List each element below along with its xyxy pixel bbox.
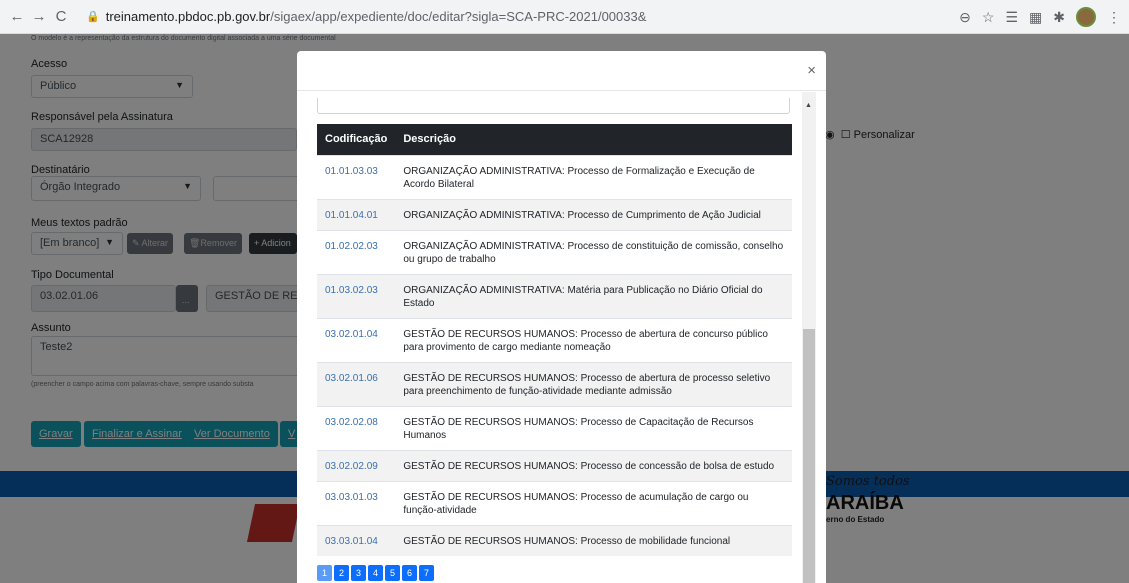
close-icon[interactable]: × — [807, 63, 816, 78]
table-row[interactable]: 03.03.01.04 GESTÃO DE RECURSOS HUMANOS: P… — [317, 524, 792, 556]
pagination: 1234567 — [317, 565, 434, 581]
page-button[interactable]: 1 — [317, 565, 332, 581]
reload-icon[interactable]: C — [50, 0, 72, 34]
row-description: GESTÃO DE RECURSOS HUMANOS: Processo de … — [395, 317, 792, 362]
page-button[interactable]: 3 — [351, 565, 366, 581]
row-description: GESTÃO DE RECURSOS HUMANOS: Processo de … — [395, 405, 792, 450]
url-host: treinamento.pbdoc.pb.gov.br — [105, 9, 271, 24]
row-code-link[interactable]: 03.03.01.04 — [317, 524, 396, 556]
table-row[interactable]: 03.03.01.03 GESTÃO DE RECURSOS HUMANOS: P… — [317, 480, 792, 525]
back-icon[interactable]: ← — [6, 0, 28, 34]
row-description: ORGANIZAÇÃO ADMINISTRATIVA: Matéria para… — [395, 273, 792, 318]
row-code-link[interactable]: 03.02.02.09 — [317, 449, 396, 481]
page-button[interactable]: 4 — [368, 565, 383, 581]
star-icon[interactable]: ☆ — [982, 9, 995, 26]
row-description: ORGANIZAÇÃO ADMINISTRATIVA: Processo de … — [395, 198, 792, 230]
table-row[interactable]: 01.02.02.03 ORGANIZAÇÃO ADMINISTRATIVA: P… — [317, 229, 792, 274]
profile-avatar[interactable] — [1076, 7, 1096, 27]
row-description: ORGANIZAÇÃO ADMINISTRATIVA: Processo de … — [395, 229, 792, 274]
row-code-link[interactable]: 01.02.02.03 — [317, 229, 396, 274]
table-row[interactable]: 03.02.02.09 GESTÃO DE RECURSOS HUMANOS: P… — [317, 449, 792, 481]
codification-table: Codificação Descrição 01.01.03.03 ORGANIZ… — [317, 124, 792, 556]
scrollbar[interactable]: ▲ — [802, 92, 816, 583]
row-description: GESTÃO DE RECURSOS HUMANOS: Processo de … — [395, 524, 792, 556]
reader-icon[interactable]: ☰ — [1005, 9, 1018, 26]
row-code-link[interactable]: 03.02.01.06 — [317, 361, 396, 406]
modal-search-input[interactable] — [317, 98, 790, 114]
page-button[interactable]: 7 — [419, 565, 434, 581]
codification-modal: × Codificação Descrição 01.01.03.03 ORGAN… — [297, 51, 826, 583]
url-path: /sigaex/app/expediente/doc/editar?sigla=… — [270, 9, 647, 24]
browser-toolbar: ← → C 🔒 treinamento.pbdoc.pb.gov.br/siga… — [0, 0, 1129, 34]
row-code-link[interactable]: 03.02.01.04 — [317, 317, 396, 362]
grid-icon[interactable]: ▦ — [1029, 9, 1042, 26]
modal-header: × — [297, 51, 826, 91]
scroll-up-icon[interactable]: ▲ — [805, 102, 812, 109]
row-code-link[interactable]: 03.02.02.08 — [317, 405, 396, 450]
row-description: GESTÃO DE RECURSOS HUMANOS: Processo de … — [395, 449, 792, 481]
page-button[interactable]: 5 — [385, 565, 400, 581]
row-code-link[interactable]: 01.03.02.03 — [317, 273, 396, 318]
column-header-descricao: Descrição — [395, 124, 792, 155]
lock-icon[interactable]: 🔒 — [86, 10, 100, 23]
zoom-icon[interactable]: ⊖ — [959, 9, 971, 26]
page-button[interactable]: 6 — [402, 565, 417, 581]
row-description: GESTÃO DE RECURSOS HUMANOS: Processo de … — [395, 480, 792, 525]
table-row[interactable]: 03.02.02.08 GESTÃO DE RECURSOS HUMANOS: P… — [317, 405, 792, 450]
column-header-codificacao: Codificação — [317, 124, 396, 155]
table-row[interactable]: 03.02.01.04 GESTÃO DE RECURSOS HUMANOS: P… — [317, 317, 792, 362]
row-description: ORGANIZAÇÃO ADMINISTRATIVA: Processo de … — [395, 154, 792, 199]
extensions-icon[interactable]: ✱ — [1053, 9, 1065, 26]
menu-icon[interactable]: ⋮ — [1107, 9, 1121, 26]
table-row[interactable]: 01.01.04.01 ORGANIZAÇÃO ADMINISTRATIVA: P… — [317, 198, 792, 230]
row-code-link[interactable]: 01.01.04.01 — [317, 198, 396, 230]
forward-icon[interactable]: → — [28, 0, 50, 34]
row-code-link[interactable]: 01.01.03.03 — [317, 154, 396, 199]
table-row[interactable]: 03.02.01.06 GESTÃO DE RECURSOS HUMANOS: P… — [317, 361, 792, 406]
address-bar[interactable]: treinamento.pbdoc.pb.gov.br/sigaex/app/e… — [106, 9, 647, 24]
row-code-link[interactable]: 03.03.01.03 — [317, 480, 396, 525]
table-row[interactable]: 01.01.03.03 ORGANIZAÇÃO ADMINISTRATIVA: P… — [317, 154, 792, 199]
table-header: Codificação Descrição — [317, 124, 792, 155]
page-button[interactable]: 2 — [334, 565, 349, 581]
row-description: GESTÃO DE RECURSOS HUMANOS: Processo de … — [395, 361, 792, 406]
scrollbar-thumb[interactable] — [803, 329, 815, 583]
table-row[interactable]: 01.03.02.03 ORGANIZAÇÃO ADMINISTRATIVA: M… — [317, 273, 792, 318]
